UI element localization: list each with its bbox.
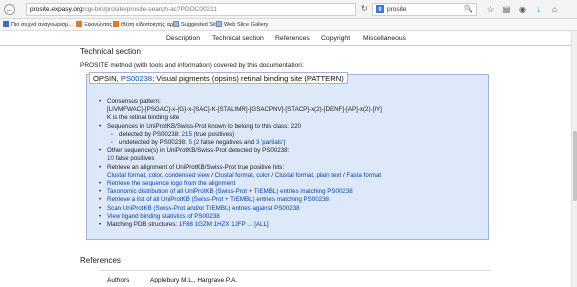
pdb-all-link[interactable]: [ALL] <box>254 221 268 228</box>
list-item: Retrieve the sequence logo from the alig… <box>99 180 484 188</box>
ligand-binding-link[interactable]: View ligand binding statistics of PS0023… <box>107 213 220 220</box>
pdb-link[interactable]: 1GZM <box>195 221 212 228</box>
bookmark-item[interactable]: Ξεκινώντας <box>76 19 112 31</box>
list-item: Other sequence(s) in UniProtKB/Swiss-Pro… <box>99 147 484 155</box>
references-table: Authors Applebury M.L., Hargrave P.A. <box>99 270 491 287</box>
list-item: View ligand binding statistics of PS0023… <box>99 213 484 221</box>
page-nav: Description Technical section References… <box>0 33 571 46</box>
bookmark-icon <box>113 21 119 27</box>
false-positives-link[interactable]: 10 <box>107 155 114 162</box>
bookmark-icon <box>3 21 9 27</box>
list-item: Clustal format, color, condensed view / … <box>99 172 484 180</box>
reload-icon[interactable]: ↻ <box>361 4 368 13</box>
list-item: detected by PS00238: 215 (true positives… <box>99 131 484 139</box>
detected-label: detected by PS00238: <box>119 130 182 138</box>
partials-link[interactable]: 3 'partials' <box>256 139 283 146</box>
pattern-description: ; Visual pigments (opsins) retinal bindi… <box>152 74 344 83</box>
pattern-box: OPSIN, PS00238; Visual pigments (opsins)… <box>86 72 489 240</box>
nav-miscellaneous[interactable]: Miscellaneous <box>363 35 406 42</box>
undetected-text: ) <box>283 139 286 147</box>
search-go-icon[interactable]: 🔍 <box>464 4 473 15</box>
pdb-label: Matching PDB structures: <box>107 221 179 229</box>
accession-link[interactable]: PS00238 <box>121 74 152 83</box>
other-sequences-line: Other sequence(s) in UniProtKB/Swiss-Pro… <box>107 147 290 155</box>
pdb-link[interactable]: 1F88 <box>179 221 193 228</box>
retrieve-line: Retrieve an alignment of UniProtKB/Swiss… <box>107 163 285 171</box>
references-title: References <box>80 256 121 265</box>
pattern-box-title: OPSIN, PS00238; Visual pigments (opsins)… <box>89 72 348 84</box>
star-icon[interactable]: ☆ <box>484 3 497 16</box>
list-item: Consensus pattern: <box>99 98 484 106</box>
scrollbar-thumb[interactable] <box>573 131 577 201</box>
bookmark-icon <box>76 21 82 27</box>
scan-uniprotkb-link[interactable]: Scan UniProtKB (Swiss-Prot and/or TrEMBL… <box>107 205 300 212</box>
list-item: K is the retinal binding site <box>99 114 484 122</box>
list-item: [LIVMFWAC]-[PSGAC]-x-{G}-x-[SAC]-K-[STAL… <box>99 106 484 114</box>
false-positives-suffix: false positives <box>113 155 155 163</box>
lock-icon[interactable]: ◉ <box>516 3 529 16</box>
home-icon[interactable]: ⌂ <box>548 3 561 16</box>
alignment-link[interactable]: Clustal format, color, condensed view <box>107 172 210 179</box>
pattern-info-list: Consensus pattern: [LIVMFWAC]-[PSGAC]-x-… <box>99 98 484 229</box>
sequence-logo-link[interactable]: Retrieve the sequence logo from the alig… <box>107 180 235 187</box>
bookmark-icon <box>216 21 222 27</box>
nav-references[interactable]: References <box>275 35 310 42</box>
list-item: Taxonomic distribution of all UniProtKB … <box>99 188 484 196</box>
nav-description[interactable]: Description <box>166 35 200 42</box>
bookmark-label: Πιο συχνά αναγνωρισμ... <box>11 22 73 28</box>
list-item: Sequences in UniProtKB/Swiss-Prot known … <box>99 123 484 131</box>
pdb-more-link[interactable]: ... <box>247 221 252 228</box>
bookmark-item[interactable]: Web Slice Gallery <box>216 19 268 31</box>
pattern-name: OPSIN, <box>93 74 119 83</box>
alignment-link[interactable]: Clustal format, color <box>215 172 270 179</box>
nav-copyright[interactable]: Copyright <box>321 35 350 42</box>
bookmark-icon <box>173 21 179 27</box>
bookmark-label: Web Slice Gallery <box>224 22 269 28</box>
alignment-link[interactable]: Fasta format <box>346 172 381 179</box>
retrieve-list-link[interactable]: Retrieve a list of all UniProtKB (Swiss-… <box>107 196 329 203</box>
browser-toolbar: ← prosite.expasy.org/cgi-bin/prosite/pro… <box>0 0 577 27</box>
search-box[interactable]: g prosite 🔍 <box>372 3 477 16</box>
list-item: undetected by PS00238: 5 (2 false negati… <box>99 139 484 147</box>
url-host: prosite.expasy.org <box>30 6 83 13</box>
undetected-label: undetected by PS00238: <box>119 139 189 147</box>
list-item: Scan UniProtKB (Swiss-Prot and/or TrEMBL… <box>99 205 484 213</box>
list-item: Matching PDB structures: 1F88 1GZM 1HZX … <box>99 221 484 229</box>
search-value: prosite <box>387 6 407 13</box>
taxonomic-distribution-link[interactable]: Taxonomic distribution of all UniProtKB … <box>107 188 353 195</box>
bookmarks-bar: Πιο συχνά αναγνωρισμ... Ξεκινώντας Θέση … <box>0 19 577 31</box>
section-intro: PROSITE method (with tools and informati… <box>80 62 304 69</box>
list-item: 10 false positives <box>99 155 484 163</box>
consensus-label: Consensus pattern: <box>107 98 161 105</box>
list-item: Retrieve a list of all UniProtKB (Swiss-… <box>99 196 484 204</box>
consensus-note: K is the retinal binding site <box>107 114 180 122</box>
reader-icon[interactable]: ▤ <box>500 3 513 16</box>
consensus-pattern: [LIVMFWAC]-[PSGAC]-x-{G}-x-[SAC]-K-[STAL… <box>107 106 382 114</box>
bookmark-item[interactable]: Θέση ειδοποιητής αρχ... <box>113 19 181 31</box>
detected-suffix: (true positives) <box>191 130 235 138</box>
bookmark-item[interactable]: Πιο συχνά αναγνωρισμ... <box>3 19 73 31</box>
bookmark-label: Ξεκινώντας <box>84 22 113 28</box>
google-icon: g <box>376 5 384 13</box>
section-title: Technical section <box>80 47 141 56</box>
back-icon[interactable]: ← <box>4 4 15 15</box>
authors-value: Applebury M.L., Hargrave P.A. <box>150 277 238 284</box>
bookmark-label: Θέση ειδοποιητής αρχ... <box>121 22 181 28</box>
bookmark-item[interactable]: Suggested Sites <box>173 19 222 31</box>
address-bar[interactable]: prosite.expasy.org/cgi-bin/prosite/prosi… <box>26 3 356 16</box>
undetected-text: false negatives and <box>199 139 256 147</box>
url-path: /cgi-bin/prosite/prosite-search-ac?PDOC0… <box>82 6 217 13</box>
authors-label: Authors <box>107 277 130 284</box>
nav-technical-section[interactable]: Technical section <box>212 35 264 42</box>
vertical-scrollbar[interactable] <box>571 31 577 287</box>
pdb-link[interactable]: 1HZX <box>214 221 230 228</box>
sequences-line: Sequences in UniProtKB/Swiss-Prot known … <box>107 122 301 130</box>
detected-count-link[interactable]: 215 <box>182 131 192 138</box>
list-item: Retrieve an alignment of UniProtKB/Swiss… <box>99 164 484 172</box>
pdb-link[interactable]: 1JFP <box>231 221 245 228</box>
download-icon[interactable]: ↓ <box>532 3 545 16</box>
alignment-link[interactable]: Clustal format, plain text <box>275 172 341 179</box>
